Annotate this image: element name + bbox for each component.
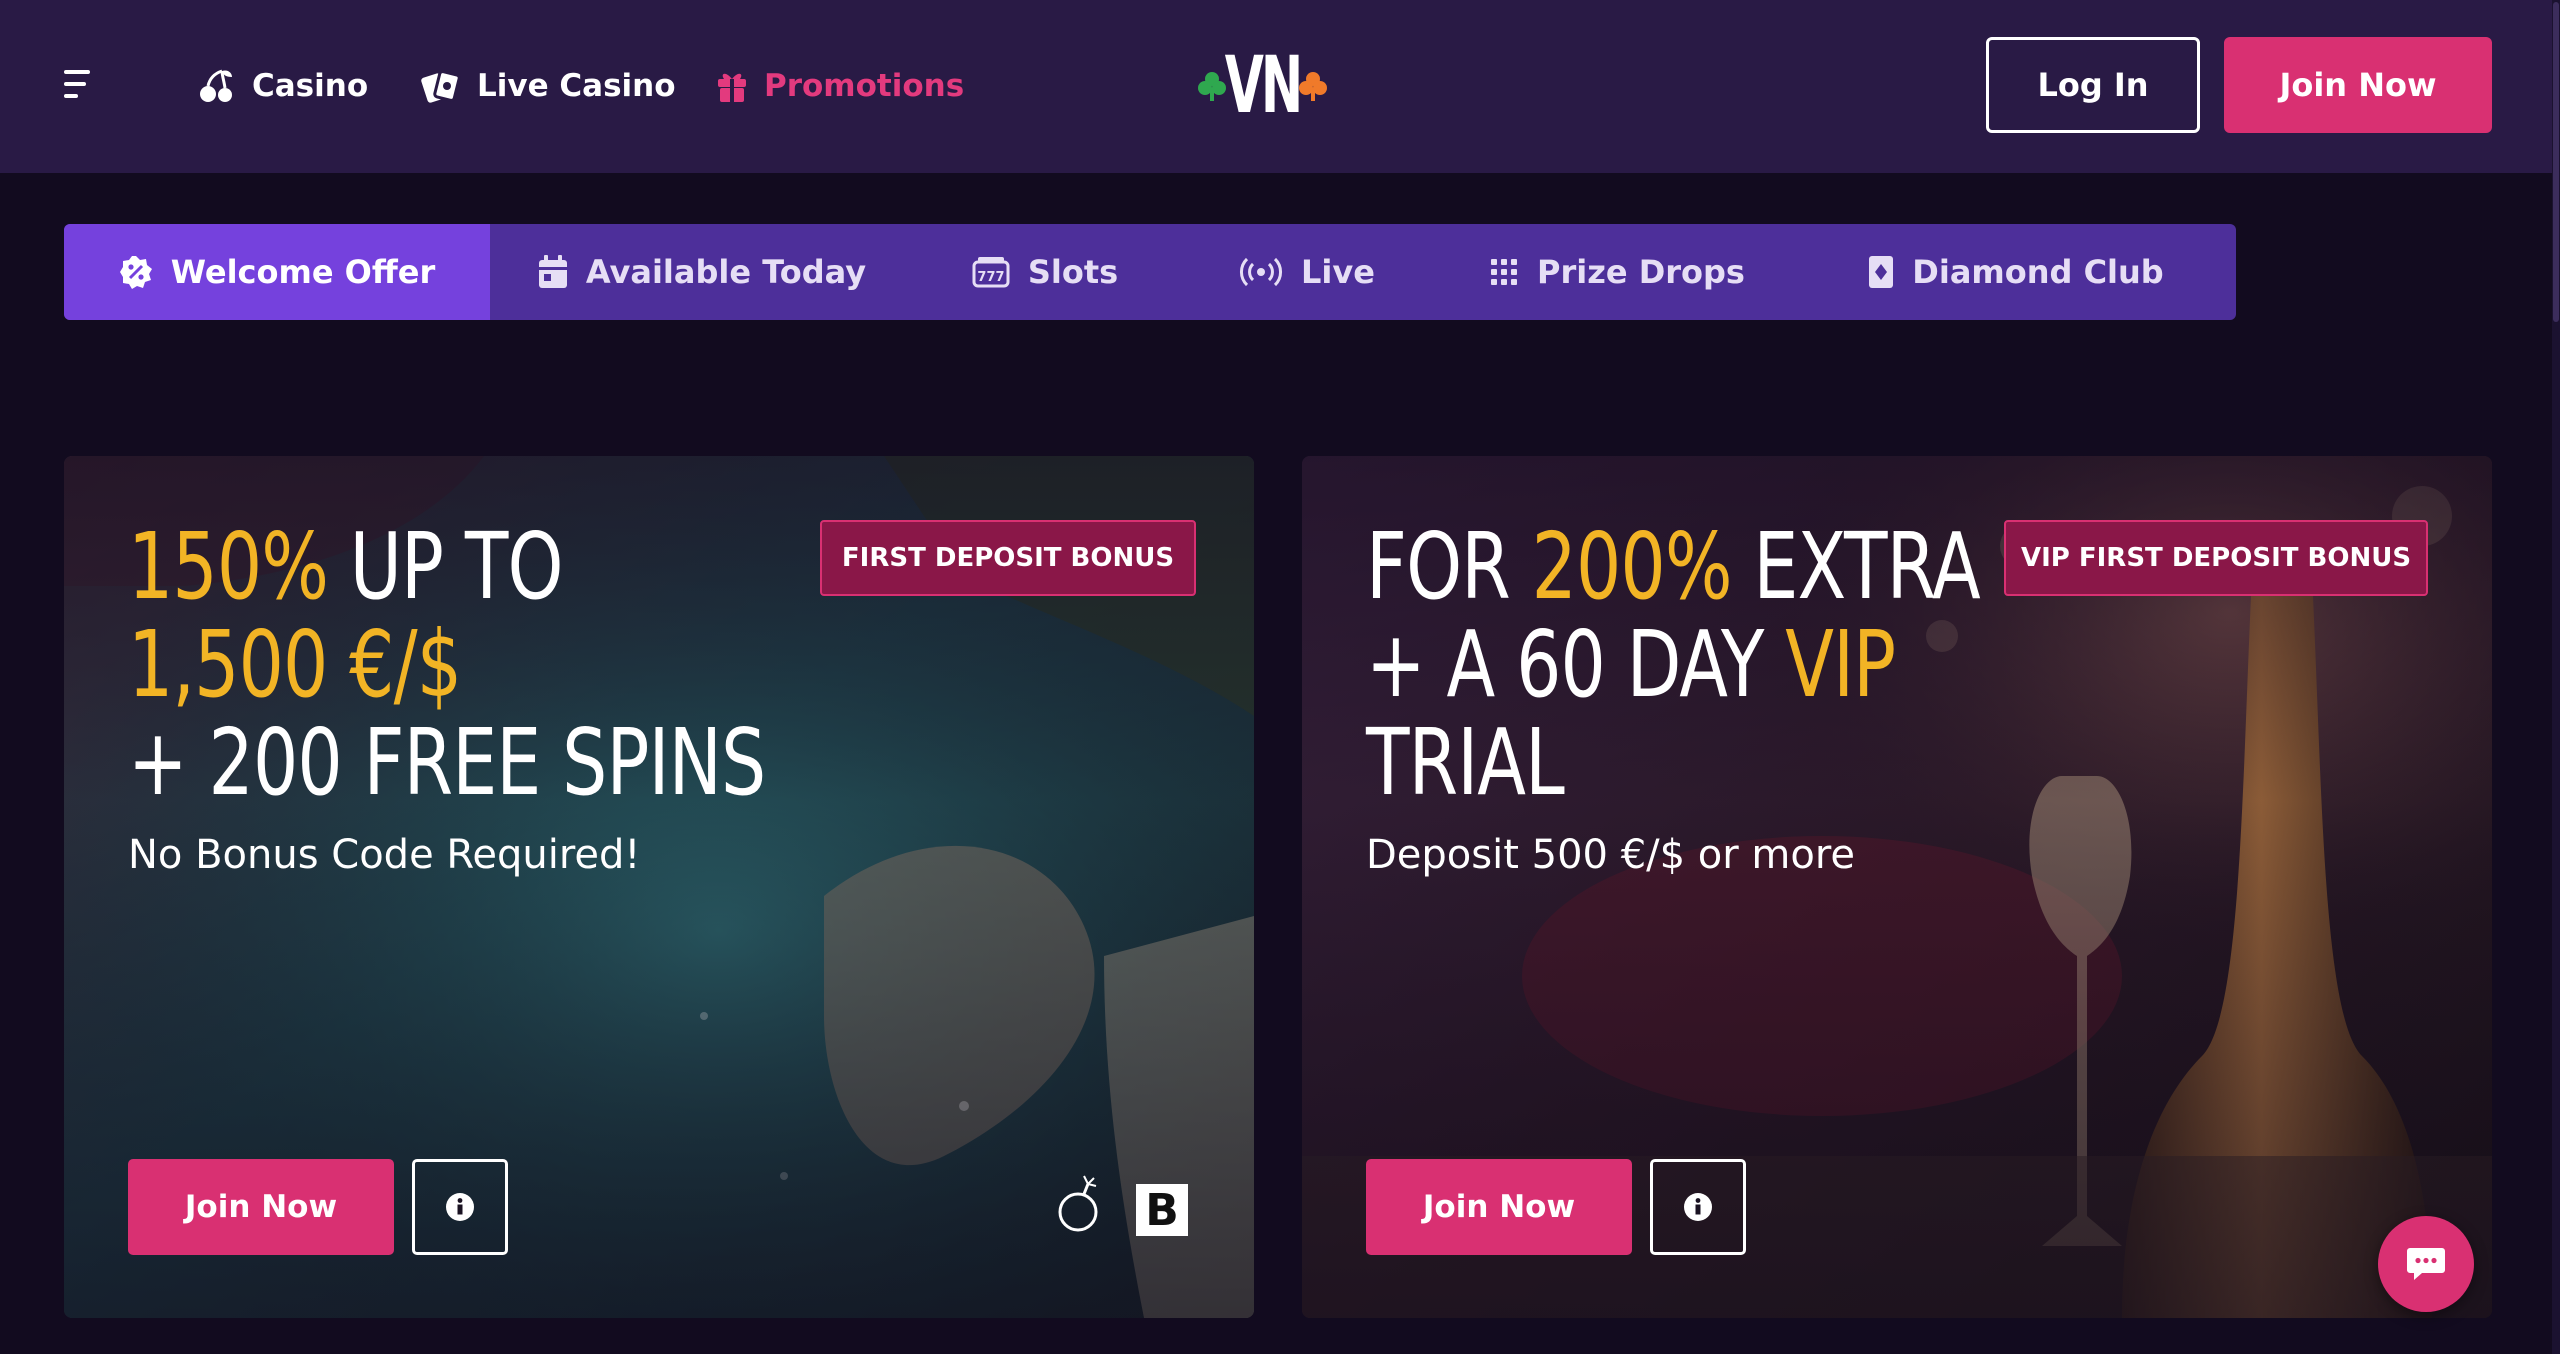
info-button[interactable] bbox=[412, 1159, 508, 1255]
tab-available-today-label: Available Today bbox=[585, 253, 867, 291]
first-deposit-badge: FIRST DEPOSIT BONUS bbox=[820, 520, 1196, 596]
percent-badge-icon bbox=[119, 256, 152, 289]
live-chat-button[interactable] bbox=[2378, 1216, 2474, 1312]
headline-trial: TRIAL bbox=[1366, 709, 1565, 816]
tab-prize-drops[interactable]: Prize Drops bbox=[1438, 224, 1796, 320]
card-subline: No Bonus Code Required! bbox=[128, 832, 641, 878]
login-button[interactable]: Log In bbox=[1986, 37, 2200, 133]
calendar-icon bbox=[538, 255, 567, 288]
hamburger-icon[interactable] bbox=[64, 70, 98, 102]
tab-prize-drops-label: Prize Drops bbox=[1537, 253, 1745, 291]
headline-up-to: UP TO bbox=[328, 513, 564, 620]
card-subline: Deposit 500 €/$ or more bbox=[1366, 832, 1856, 878]
gift-icon bbox=[718, 73, 746, 102]
chat-bubble-icon bbox=[2407, 1248, 2445, 1280]
clover-orange-icon bbox=[1299, 72, 1328, 101]
tab-slots-label: Slots bbox=[1027, 253, 1119, 291]
headline-amount: 1,500 €/$ bbox=[128, 611, 462, 718]
tab-slots[interactable]: 777 Slots bbox=[914, 224, 1176, 320]
nav-live-casino-label: Live Casino bbox=[477, 68, 676, 104]
card-join-now-button[interactable]: Join Now bbox=[1366, 1159, 1632, 1255]
broadcast-icon bbox=[1240, 257, 1283, 287]
grid-dots-icon bbox=[1491, 259, 1518, 285]
card-headline: FOR 200% EXTRA + A 60 DAY VIP TRIAL bbox=[1366, 518, 1985, 812]
provider-b-logo: B bbox=[1136, 1184, 1188, 1236]
top-header: Casino Live Casino Promotions VN Log In … bbox=[0, 0, 2560, 173]
tab-available-today[interactable]: Available Today bbox=[490, 224, 914, 320]
tab-live-label: Live bbox=[1301, 253, 1375, 291]
bomb-provider-icon bbox=[1058, 1175, 1098, 1232]
diamond-card-icon bbox=[1869, 256, 1894, 288]
scrollbar-thumb[interactable] bbox=[2553, 2, 2559, 322]
headline-for: FOR bbox=[1366, 513, 1532, 620]
tab-welcome-offer-label: Welcome Offer bbox=[170, 253, 436, 291]
nav-casino[interactable]: Casino bbox=[198, 58, 368, 114]
vip-deposit-badge: VIP FIRST DEPOSIT BONUS bbox=[2004, 520, 2428, 596]
headline-extra: EXTRA bbox=[1731, 513, 1980, 620]
headline-vip: VIP bbox=[1785, 611, 1896, 718]
svg-text:777: 777 bbox=[977, 270, 1004, 285]
slot-machine-icon: 777 bbox=[972, 257, 1010, 288]
join-now-button[interactable]: Join Now bbox=[2224, 37, 2492, 133]
promo-card-vip: FOR 200% EXTRA + A 60 DAY VIP TRIAL Depo… bbox=[1302, 456, 2492, 1318]
cherries-icon bbox=[200, 69, 232, 102]
info-button[interactable] bbox=[1650, 1159, 1746, 1255]
clover-green-icon bbox=[1198, 72, 1226, 101]
headline-percent: 150% bbox=[128, 513, 329, 620]
headline-60-day: + A 60 DAY bbox=[1366, 611, 1786, 718]
nav-live-casino[interactable]: Live Casino bbox=[421, 58, 676, 114]
info-icon bbox=[1684, 1193, 1712, 1221]
cards-icon bbox=[421, 70, 461, 103]
info-icon bbox=[446, 1193, 474, 1221]
tab-welcome-offer[interactable]: Welcome Offer bbox=[64, 224, 490, 320]
promo-card-welcome: 150% UP TO 1,500 €/$ + 200 FREE SPINS No… bbox=[64, 456, 1254, 1318]
nav-promotions[interactable]: Promotions bbox=[716, 58, 964, 114]
card-headline: 150% UP TO 1,500 €/$ + 200 FREE SPINS bbox=[128, 518, 782, 812]
headline-percent: 200% bbox=[1531, 513, 1733, 620]
tab-diamond-club[interactable]: Diamond Club bbox=[1796, 224, 2236, 320]
logo-text: VN bbox=[1224, 41, 1304, 131]
nav-casino-label: Casino bbox=[252, 68, 369, 104]
card-join-now-button[interactable]: Join Now bbox=[128, 1159, 394, 1255]
tab-live[interactable]: Live bbox=[1176, 224, 1438, 320]
brand-logo[interactable]: VN bbox=[1196, 38, 1329, 134]
tab-diamond-club-label: Diamond Club bbox=[1912, 253, 2164, 291]
nav-promotions-label: Promotions bbox=[764, 68, 965, 104]
promo-tabs: Welcome Offer Available Today 777 Slots … bbox=[64, 224, 2236, 320]
headline-free-spins: + 200 FREE SPINS bbox=[128, 709, 766, 816]
